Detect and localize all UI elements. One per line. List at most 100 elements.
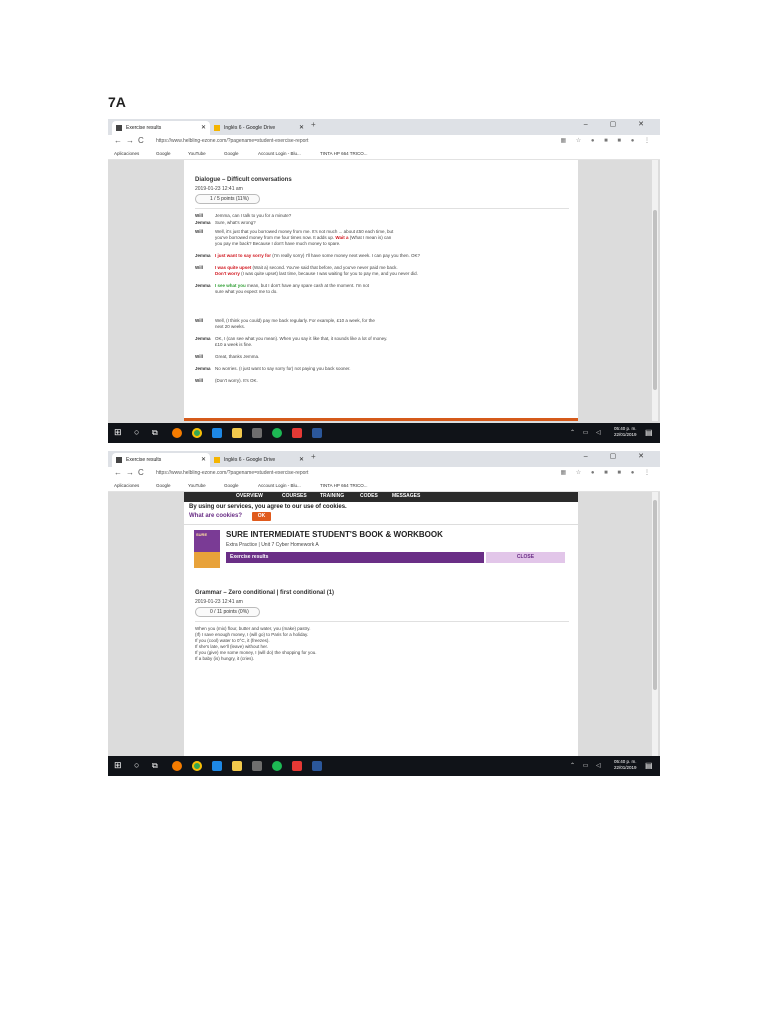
bookmark-item[interactable]: Aplicaciones: [114, 151, 139, 156]
nav-messages[interactable]: MESSAGES: [392, 493, 420, 499]
search-icon[interactable]: ○: [134, 427, 139, 437]
close-tab-icon[interactable]: ✕: [201, 453, 206, 467]
dialogue-text: you've borrowed money from me four times…: [215, 235, 336, 240]
file-explorer-icon[interactable]: [232, 428, 242, 438]
windows-start-icon[interactable]: ⊞: [114, 760, 122, 771]
page-scrollbar[interactable]: [652, 160, 658, 421]
windows-start-icon[interactable]: ⊞: [114, 427, 122, 438]
bookmark-item[interactable]: YouTube: [188, 483, 206, 488]
new-tab-icon[interactable]: +: [311, 120, 316, 129]
bookmark-item[interactable]: Account Login - Blu...: [258, 151, 301, 156]
bookmark-item[interactable]: Google: [224, 483, 239, 488]
bookmark-item[interactable]: TINTA HP 664 TRICO...: [320, 151, 368, 156]
document-heading: 7A: [108, 94, 126, 110]
notification-icon[interactable]: ▤: [645, 761, 653, 770]
tab-google-drive[interactable]: Inglés 6 - Google Drive ✕: [210, 453, 308, 467]
back-arrow-icon[interactable]: ←: [114, 468, 122, 477]
bookmark-item[interactable]: Google: [156, 483, 171, 488]
chrome-icon[interactable]: [192, 428, 202, 438]
book-cover-art: [194, 552, 220, 568]
bookmark-item[interactable]: TINTA HP 664 TRICO...: [320, 483, 368, 488]
task-view-icon[interactable]: ⧉: [152, 761, 158, 771]
app-icon[interactable]: [292, 428, 302, 438]
app-icon[interactable]: [292, 761, 302, 771]
tab-title: Exercise results: [126, 125, 162, 131]
exercise-results-label: Exercise results: [230, 554, 269, 560]
system-tray-icons[interactable]: ⌃ ▭ ◁: [570, 429, 604, 436]
edge-icon[interactable]: [212, 761, 222, 771]
bookmark-item[interactable]: Google: [156, 151, 171, 156]
word-icon[interactable]: [312, 428, 322, 438]
scroll-thumb[interactable]: [653, 210, 657, 390]
notification-icon[interactable]: ▤: [645, 428, 653, 437]
bookmarks-bar: Aplicaciones Google YouTube Google Accou…: [108, 481, 660, 492]
page-scrollbar[interactable]: [652, 492, 658, 756]
nav-overview[interactable]: OVERVIEW: [236, 493, 263, 499]
clock-date: 22/01/2019: [614, 765, 637, 770]
exercise-date: 2019-01-23 12:41 am: [195, 599, 243, 605]
new-tab-icon[interactable]: +: [311, 452, 316, 461]
answer-line: If a baby (is) hungry, it (cries).: [195, 656, 255, 661]
exercise-results-bar: Exercise results: [226, 552, 484, 563]
dialogue-text: you pay me back? Because I don't have mu…: [215, 241, 341, 246]
reload-icon[interactable]: C: [138, 136, 144, 145]
book-title: SURE INTERMEDIATE STUDENT'S BOOK & WORKB…: [226, 530, 443, 539]
window-controls[interactable]: – ▢ ✕: [584, 452, 654, 460]
taskbar-clock[interactable]: 05:40 p. m. 22/01/2019: [614, 426, 637, 438]
back-arrow-icon[interactable]: ←: [114, 136, 122, 145]
speaker-name: Jemma: [195, 220, 211, 225]
search-icon[interactable]: ○: [134, 760, 139, 770]
bookmark-item[interactable]: YouTube: [188, 151, 206, 156]
close-tab-icon[interactable]: ✕: [201, 121, 206, 135]
nav-codes[interactable]: CODES: [360, 493, 378, 499]
google-drive-icon: [214, 457, 220, 463]
cookie-notice: By using our services, you agree to our …: [189, 504, 347, 510]
close-tab-icon[interactable]: ✕: [299, 453, 304, 467]
url-input[interactable]: https://www.helbling-ezone.com/?pagename…: [156, 138, 308, 144]
bookmark-item[interactable]: Account Login - Blu...: [258, 483, 301, 488]
window-controls[interactable]: – ▢ ✕: [584, 120, 654, 128]
url-input[interactable]: https://www.helbling-ezone.com/?pagename…: [156, 470, 308, 476]
store-icon[interactable]: [252, 761, 262, 771]
divider: [195, 208, 569, 209]
spotify-icon[interactable]: [272, 428, 282, 438]
cookie-ok-button[interactable]: OK: [252, 512, 271, 521]
edge-icon[interactable]: [212, 428, 222, 438]
site-navigation: OVERVIEW COURSES TRAINING CODES MESSAGES: [184, 492, 578, 502]
extension-icons[interactable]: ▦ ☆ ● ■ ■ ● ⋮: [560, 469, 654, 476]
tab-google-drive[interactable]: Inglés 6 - Google Drive ✕: [210, 121, 308, 135]
taskbar-clock[interactable]: 05:40 p. m. 22/01/2019: [614, 759, 637, 771]
tab-exercise-results[interactable]: Exercise results ✕: [112, 453, 210, 467]
forward-arrow-icon[interactable]: →: [126, 136, 134, 145]
nav-courses[interactable]: COURSES: [282, 493, 307, 499]
cookie-info-link[interactable]: What are cookies?: [189, 513, 242, 519]
dialogue-text: (Wait a) second. You've said that before…: [251, 265, 398, 270]
speaker-name: Jemma: [195, 366, 211, 371]
dialogue-line: Will Jemma, can I talk to you for a minut…: [195, 213, 291, 219]
dialogue-line: next 20 weeks.: [195, 324, 245, 330]
file-explorer-icon[interactable]: [232, 761, 242, 771]
bookmarks-bar: Aplicaciones Google YouTube Google Accou…: [108, 149, 660, 160]
answer-text: I just want to say sorry for: [215, 253, 272, 258]
scroll-thumb[interactable]: [653, 500, 657, 690]
firefox-icon[interactable]: [172, 761, 182, 771]
reload-icon[interactable]: C: [138, 468, 144, 477]
store-icon[interactable]: [252, 428, 262, 438]
tab-exercise-results[interactable]: Exercise results ✕: [112, 121, 210, 135]
spotify-icon[interactable]: [272, 761, 282, 771]
extension-icons[interactable]: ▦ ☆ ● ■ ■ ● ⋮: [560, 137, 654, 144]
close-button[interactable]: CLOSE: [486, 552, 565, 563]
chrome-icon[interactable]: [192, 761, 202, 771]
clock-date: 22/01/2019: [614, 432, 637, 437]
system-tray-icons[interactable]: ⌃ ▭ ◁: [570, 762, 604, 769]
word-icon[interactable]: [312, 761, 322, 771]
firefox-icon[interactable]: [172, 428, 182, 438]
close-tab-icon[interactable]: ✕: [299, 121, 304, 135]
bookmark-item[interactable]: Google: [224, 151, 239, 156]
task-view-icon[interactable]: ⧉: [152, 428, 158, 438]
nav-training[interactable]: TRAINING: [320, 493, 344, 499]
bookmark-item[interactable]: Aplicaciones: [114, 483, 139, 488]
windows-taskbar: ⊞ ○ ⧉ ⌃ ▭ ◁ 05:40 p. m. 22/01/2019 ▤: [108, 423, 660, 443]
forward-arrow-icon[interactable]: →: [126, 468, 134, 477]
tab-title: Exercise results: [126, 457, 162, 463]
